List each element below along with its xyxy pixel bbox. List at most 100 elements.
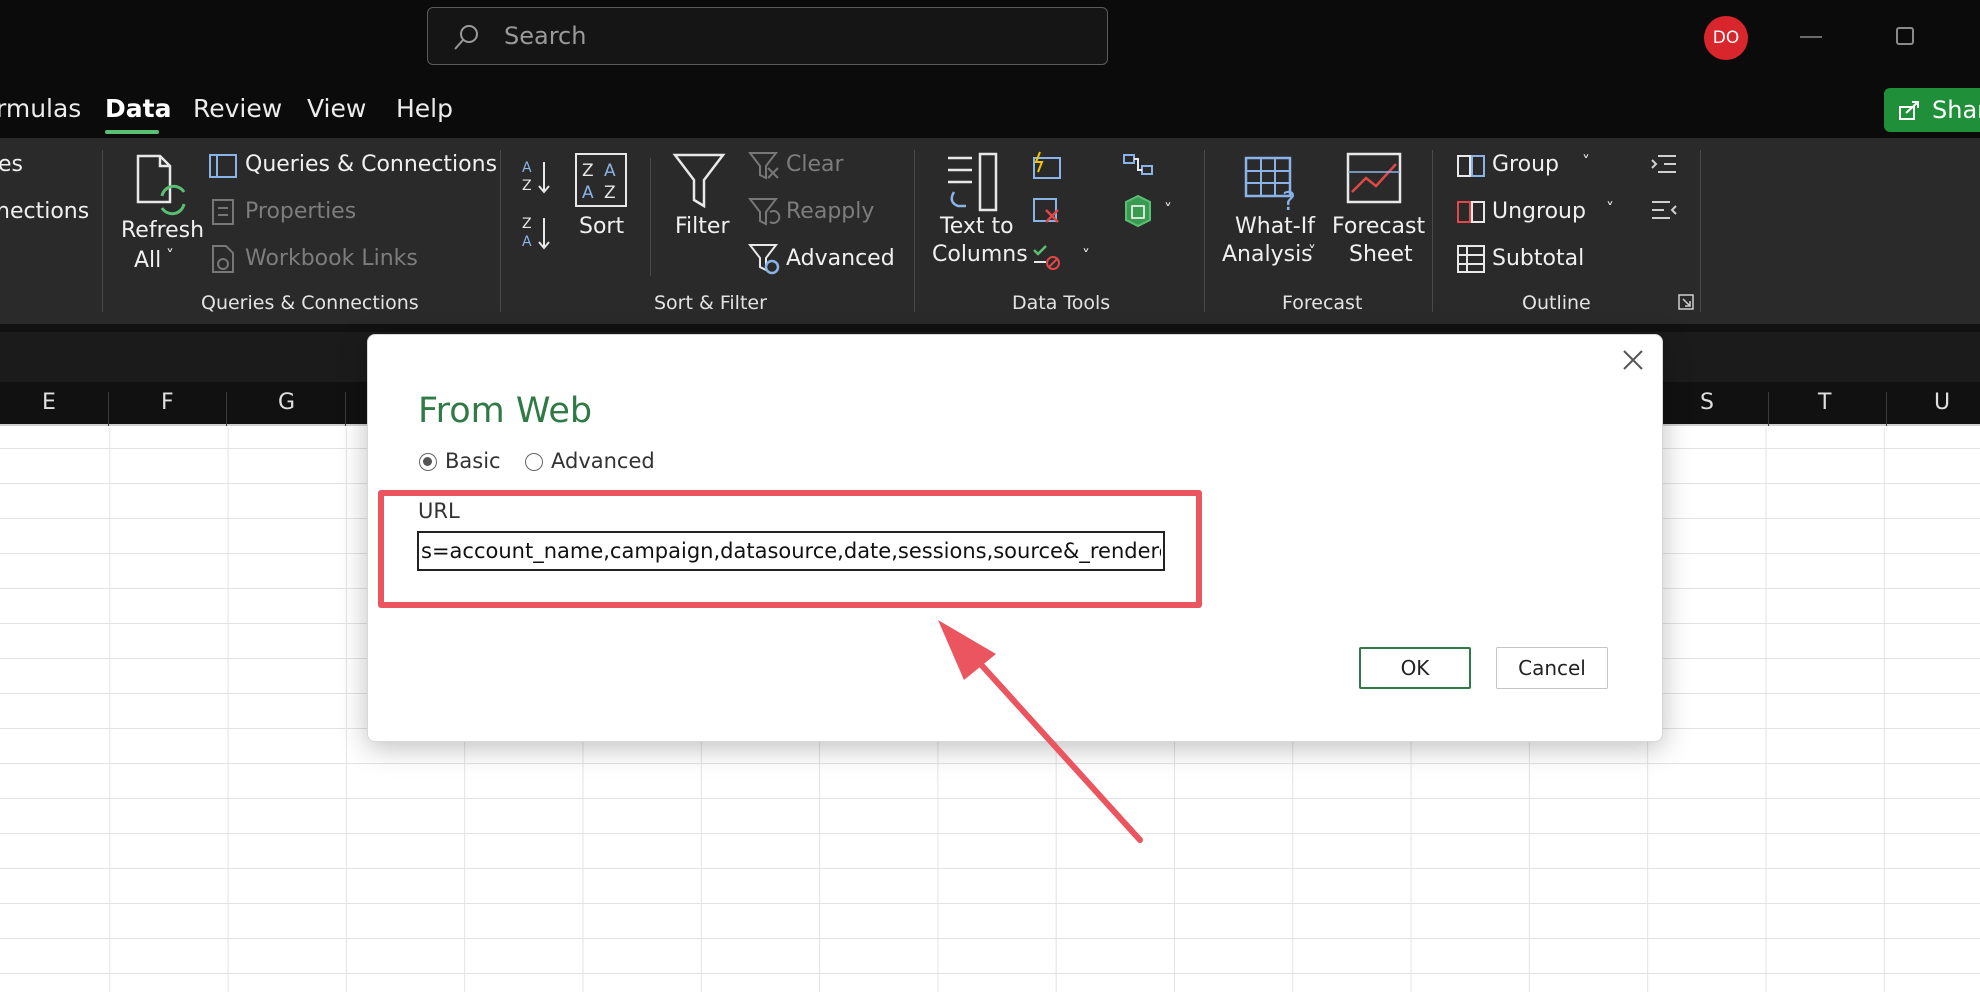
svg-text:A: A [582,183,594,203]
dialog-title: From Web [418,391,593,431]
text-to-columns-label-2[interactable]: Columns [932,242,1028,267]
maximize-icon[interactable] [1896,27,1914,45]
user-avatar[interactable]: DO [1704,16,1748,60]
advanced-filter-button[interactable]: Advanced [786,246,895,271]
queries-group-label: Queries & Connections [201,292,419,314]
reapply-button[interactable]: Reapply [786,199,874,224]
tab-review[interactable]: Review [193,94,282,123]
column-header-e[interactable]: E [42,390,56,415]
queries-connections-icon [209,154,237,178]
refresh-all-chevron-down-icon[interactable]: ˅ [166,246,174,265]
group-icon [1457,155,1485,177]
share-icon [1899,101,1919,120]
clear-filter-icon [748,152,779,180]
data-model-chevron-down-icon[interactable]: ˅ [1164,200,1172,219]
tab-data[interactable]: Data [105,94,171,123]
search-box[interactable]: Search [427,7,1108,65]
data-validation-icon [1033,245,1060,270]
data-tools-group-label: Data Tools [1012,292,1111,314]
svg-text:A: A [522,160,532,176]
flash-fill-icon [1033,151,1061,179]
basic-radio[interactable] [419,453,437,471]
forecast-sheet-label-2[interactable]: Sheet [1349,242,1413,267]
what-if-analysis-icon: ? [1244,156,1296,212]
relationships-icon [1123,154,1153,175]
annotation-arrow-icon [938,620,1143,843]
what-if-analysis-label[interactable]: What-If [1235,214,1315,239]
share-label: Share [1932,96,1980,124]
column-divider [1886,392,1887,426]
group-chevron-down-icon[interactable]: ˅ [1582,152,1590,171]
ungroup-chevron-down-icon[interactable]: ˅ [1606,199,1614,218]
ok-button[interactable]: OK [1359,647,1471,689]
ungroup-button[interactable]: Ungroup [1492,199,1586,224]
column-divider [108,392,109,426]
svg-text:A: A [604,161,616,181]
hide-detail-icon [1652,201,1677,219]
sort-icon: Z A A Z [575,153,627,207]
basic-radio-label[interactable]: Basic [445,449,501,473]
advanced-radio[interactable] [525,453,543,471]
svg-text:Z: Z [604,183,616,203]
column-header-t[interactable]: T [1818,390,1831,415]
share-button[interactable]: Share [1884,88,1980,132]
get-data-item-1[interactable]: es [0,152,23,177]
what-if-chevron-down-icon[interactable]: ˅ [1308,242,1316,261]
svg-text:Z: Z [522,178,532,194]
refresh-all-icon [136,154,186,216]
subtotal-button[interactable]: Subtotal [1492,246,1584,271]
advanced-filter-icon [748,244,780,275]
forecast-sheet-label[interactable]: Forecast [1332,214,1425,239]
column-divider [226,392,227,426]
refresh-all-label-2[interactable]: All [134,248,161,273]
column-header-s[interactable]: S [1700,390,1714,415]
sort-ascending-icon: A Z Z A [522,160,550,250]
svg-text:Z: Z [582,161,594,181]
divider [650,158,651,276]
column-header-g[interactable]: G [278,390,295,415]
clear-button[interactable]: Clear [786,152,844,177]
properties-button[interactable]: Properties [245,199,356,224]
cancel-button[interactable]: Cancel [1496,647,1608,689]
minimize-icon[interactable] [1800,36,1822,38]
column-header-f[interactable]: F [161,390,174,415]
tab-view[interactable]: View [307,94,366,123]
group-separator [1700,150,1701,312]
outline-group-label: Outline [1522,292,1591,314]
queries-connections-button[interactable]: Queries & Connections [245,152,497,177]
forecast-group-label: Forecast [1282,292,1363,314]
close-icon[interactable] [1620,347,1646,373]
data-validation-chevron-down-icon[interactable]: ˅ [1082,246,1090,265]
workbook-links-button[interactable]: Workbook Links [245,246,418,271]
group-separator [1204,150,1205,312]
filter-icon [672,153,726,209]
group-separator [102,150,103,312]
title-bar: Search DO [0,0,1980,74]
search-icon [454,25,478,50]
tab-help[interactable]: Help [396,94,453,123]
group-separator [914,150,915,312]
group-button[interactable]: Group [1492,152,1559,177]
remove-duplicates-icon [1033,198,1059,223]
refresh-all-label[interactable]: Refresh [121,218,204,243]
subtotal-icon [1457,245,1485,273]
forecast-sheet-icon [1346,152,1402,204]
filter-button[interactable]: Filter [675,214,729,239]
url-label: URL [418,499,460,523]
sort-button[interactable]: Sort [579,214,624,239]
get-data-item-2[interactable]: nections [0,199,89,224]
dialog-launcher-icon[interactable] [1678,294,1694,310]
ribbon-tabs: rmulas Data Review View Help Share [0,74,1980,138]
column-header-u[interactable]: U [1934,390,1950,415]
properties-icon [212,199,234,225]
group-separator [500,150,501,312]
svg-text:?: ? [1282,187,1296,212]
advanced-radio-label[interactable]: Advanced [551,449,655,473]
what-if-analysis-label-2[interactable]: Analysis [1222,242,1313,267]
column-divider [345,392,346,426]
ungroup-icon [1457,201,1485,223]
url-input[interactable] [417,531,1165,571]
tab-formulas[interactable]: rmulas [0,94,81,123]
reapply-icon [748,198,781,226]
text-to-columns-label[interactable]: Text to [940,214,1014,239]
